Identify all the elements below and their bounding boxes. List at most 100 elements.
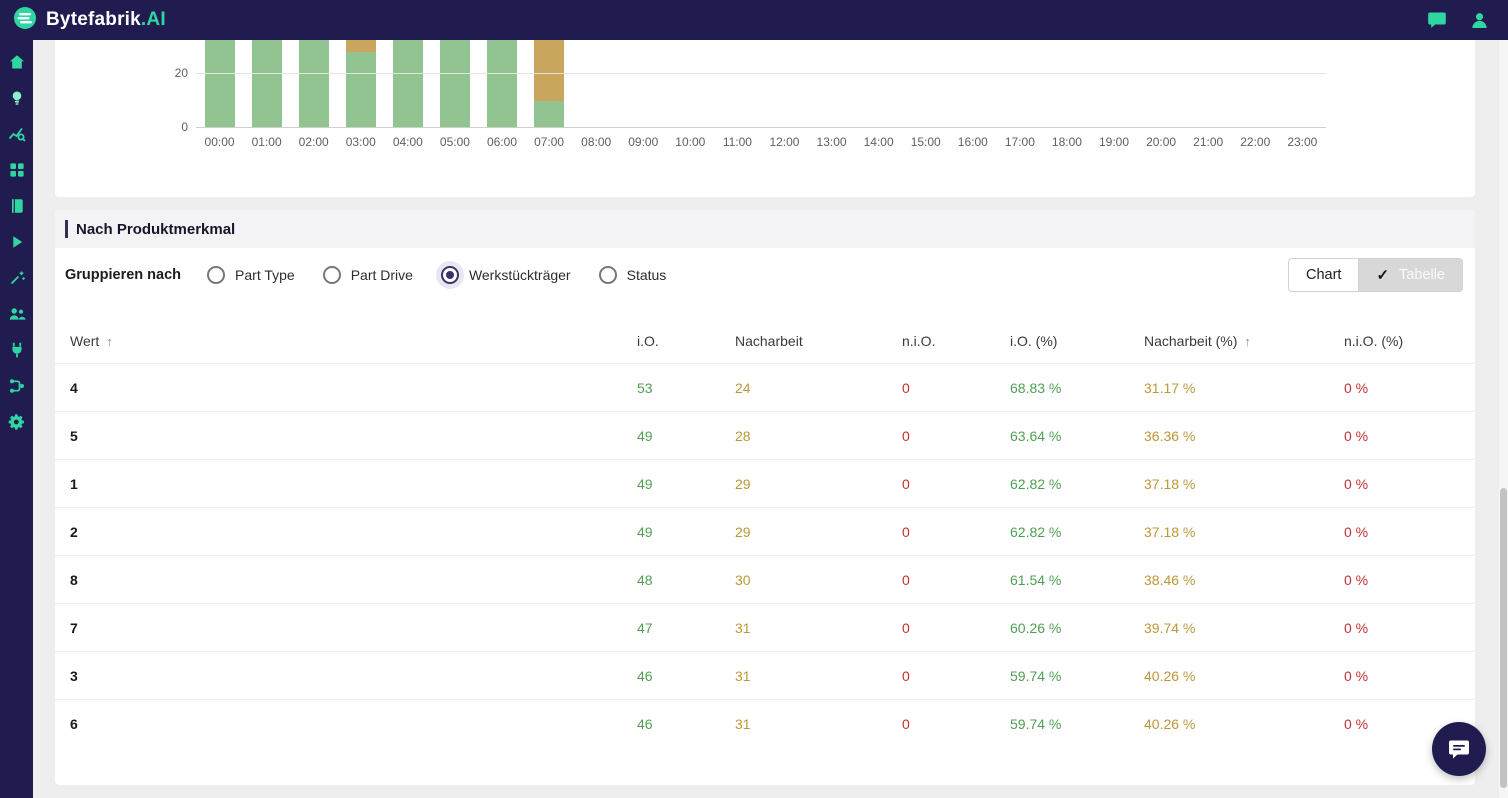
x-axis-label: 07:00	[526, 135, 573, 149]
play-icon[interactable]	[7, 232, 27, 252]
x-axis-label: 19:00	[1090, 135, 1137, 149]
brand-logo-icon	[12, 5, 38, 36]
bar-slot	[431, 40, 478, 128]
io-segment	[393, 40, 423, 128]
chat-fab-button[interactable]	[1432, 722, 1486, 776]
chart-x-axis: 00:0001:0002:0003:0004:0005:0006:0007:00…	[196, 128, 1326, 149]
bar-slot	[478, 40, 525, 128]
x-axis-label: 08:00	[573, 135, 620, 149]
radio-option-3[interactable]: Status	[599, 266, 667, 284]
insights-icon[interactable]	[7, 88, 27, 108]
sort-asc-icon[interactable]: ↑	[106, 334, 113, 349]
table-cell: 49	[637, 460, 735, 508]
table-cell: 30	[735, 556, 902, 604]
table-row: 14929062.82 %37.18 %0 %	[55, 460, 1475, 508]
stacked-bar	[252, 40, 282, 128]
chart-baseline	[196, 127, 1326, 128]
journal-icon[interactable]	[7, 196, 27, 216]
column-header[interactable]: Wert↑	[55, 318, 637, 364]
column-header[interactable]: Nacharbeit (%)↑	[1144, 318, 1344, 364]
table-cell: 36.36 %	[1144, 412, 1344, 460]
table-cell: 31	[735, 652, 902, 700]
table-cell: 0 %	[1344, 604, 1475, 652]
chat-icon[interactable]	[1426, 9, 1448, 31]
radio-option-label: Part Drive	[351, 267, 413, 283]
table-cell: 24	[735, 364, 902, 412]
brand-suffix: .AI	[141, 9, 166, 30]
settings-icon[interactable]	[7, 412, 27, 432]
table-cell: 46	[637, 652, 735, 700]
stacked-bar	[534, 40, 564, 128]
table-cell: 2	[55, 508, 637, 556]
table-cell: 31	[735, 700, 902, 748]
y-axis-label: 0	[154, 120, 188, 134]
automation-icon[interactable]	[7, 268, 27, 288]
x-axis-label: 22:00	[1232, 135, 1279, 149]
toggle-table-button[interactable]: ✓ Tabelle	[1359, 258, 1463, 292]
nacharbeit-segment	[346, 40, 376, 52]
table-cell: 38.46 %	[1144, 556, 1344, 604]
io-segment	[534, 101, 564, 128]
dashboard-icon[interactable]	[7, 160, 27, 180]
connect-icon[interactable]	[7, 340, 27, 360]
product-feature-section: Nach Produktmerkmal Gruppieren nach Part…	[55, 210, 1475, 785]
controls-row: Gruppieren nach Part TypePart DriveWerks…	[55, 248, 1475, 302]
main-content: 2 0 0 00:0001:0002:0003:0004:0005:0006:000…	[33, 40, 1508, 798]
io-segment	[346, 52, 376, 128]
vertical-scrollbar-thumb[interactable]	[1500, 488, 1507, 788]
radio-option-2[interactable]: Werkstückträger	[441, 266, 571, 284]
gridline-20	[196, 73, 1326, 74]
table-cell: 40.26 %	[1144, 652, 1344, 700]
radio-icon[interactable]	[599, 266, 617, 284]
bar-slot	[526, 40, 573, 128]
flow-icon[interactable]	[7, 376, 27, 396]
stacked-bar-chart: 200 00:0001:0002:0003:0004:0005:0006:000…	[196, 40, 1326, 149]
users-icon[interactable]	[7, 304, 27, 324]
home-icon[interactable]	[7, 52, 27, 72]
table-cell: 0 %	[1344, 364, 1475, 412]
table-row: 54928063.64 %36.36 %0 %	[55, 412, 1475, 460]
table-cell: 0 %	[1344, 556, 1475, 604]
table-cell: 4	[55, 364, 637, 412]
sort-asc-icon[interactable]: ↑	[1244, 334, 1251, 349]
bar-slot	[808, 40, 855, 128]
radio-selected-icon[interactable]	[441, 266, 459, 284]
column-header[interactable]: Nacharbeit	[735, 318, 902, 364]
toggle-chart-button[interactable]: Chart	[1288, 258, 1359, 292]
column-header[interactable]: n.i.O. (%)	[1344, 318, 1475, 364]
column-header[interactable]: i.O.	[637, 318, 735, 364]
table-cell: 53	[637, 364, 735, 412]
stacked-bar	[440, 40, 470, 128]
x-axis-label: 15:00	[902, 135, 949, 149]
sidebar	[0, 40, 33, 798]
vertical-scrollbar-track	[1499, 40, 1508, 798]
bar-slot	[714, 40, 761, 128]
io-segment	[440, 40, 470, 128]
radio-option-1[interactable]: Part Drive	[323, 266, 413, 284]
view-toggle: Chart ✓ Tabelle	[1288, 258, 1463, 292]
table-cell: 39.74 %	[1144, 604, 1344, 652]
table-cell: 5	[55, 412, 637, 460]
radio-icon[interactable]	[323, 266, 341, 284]
table-cell: 49	[637, 412, 735, 460]
column-header[interactable]: i.O. (%)	[1010, 318, 1144, 364]
brand-logo: Bytefabrik.AI	[12, 5, 166, 36]
chart-plot	[196, 40, 1326, 128]
analysis-icon[interactable]	[7, 124, 27, 144]
table-cell: 0	[902, 460, 1010, 508]
column-header[interactable]: n.i.O.	[902, 318, 1010, 364]
groupby-options: Part Type Part Drive Werkstückträger Status	[207, 266, 666, 284]
feature-table-body: 45324068.83 %31.17 %0 %54928063.64 %36.3…	[55, 364, 1475, 748]
bar-slot	[1138, 40, 1185, 128]
bar-slot	[855, 40, 902, 128]
table-cell: 61.54 %	[1010, 556, 1144, 604]
x-axis-label: 11:00	[714, 135, 761, 149]
radio-option-0[interactable]: Part Type	[207, 266, 295, 284]
account-icon[interactable]	[1468, 9, 1490, 31]
x-axis-label: 18:00	[1043, 135, 1090, 149]
radio-icon[interactable]	[207, 266, 225, 284]
table-cell: 29	[735, 460, 902, 508]
bar-slot	[761, 40, 808, 128]
table-cell: 0 %	[1344, 460, 1475, 508]
radio-option-label: Status	[627, 267, 667, 283]
